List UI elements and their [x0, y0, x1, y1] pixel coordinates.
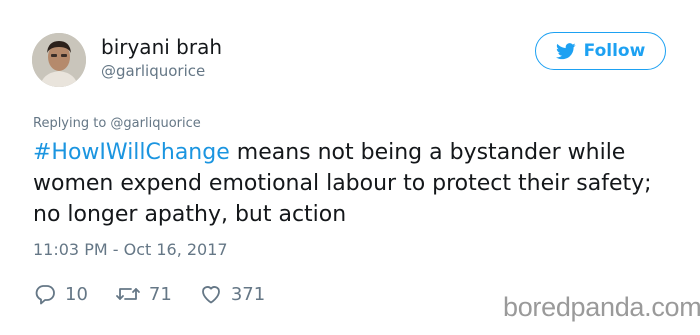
tweet-text: #HowIWillChange means not being a bystan…	[33, 137, 673, 230]
follow-button[interactable]: Follow	[535, 32, 666, 70]
reply-icon	[35, 285, 55, 305]
reply-action[interactable]: 10	[33, 282, 88, 306]
retweet-action[interactable]: 71	[115, 282, 172, 306]
tweet-actions: 10 71 371	[33, 281, 292, 307]
like-icon	[201, 286, 220, 304]
avatar[interactable]	[32, 33, 86, 87]
display-name[interactable]: biryani brah	[101, 35, 222, 59]
like-count: 371	[230, 283, 266, 305]
replying-to: Replying to @garliquorice	[33, 116, 201, 131]
tweet-timestamp[interactable]: 11:03 PM - Oct 16, 2017	[33, 240, 228, 259]
follow-button-label: Follow	[583, 41, 646, 61]
reply-count: 10	[65, 283, 88, 305]
twitter-bird-icon	[555, 42, 576, 59]
boredpanda-watermark: boredpanda.com	[503, 292, 700, 322]
user-handle[interactable]: @garliquorice	[101, 62, 205, 80]
like-action[interactable]: 371	[199, 282, 265, 306]
retweet-count: 71	[148, 283, 172, 305]
retweet-icon	[116, 288, 140, 300]
hashtag-link[interactable]: #HowIWillChange	[33, 140, 230, 165]
